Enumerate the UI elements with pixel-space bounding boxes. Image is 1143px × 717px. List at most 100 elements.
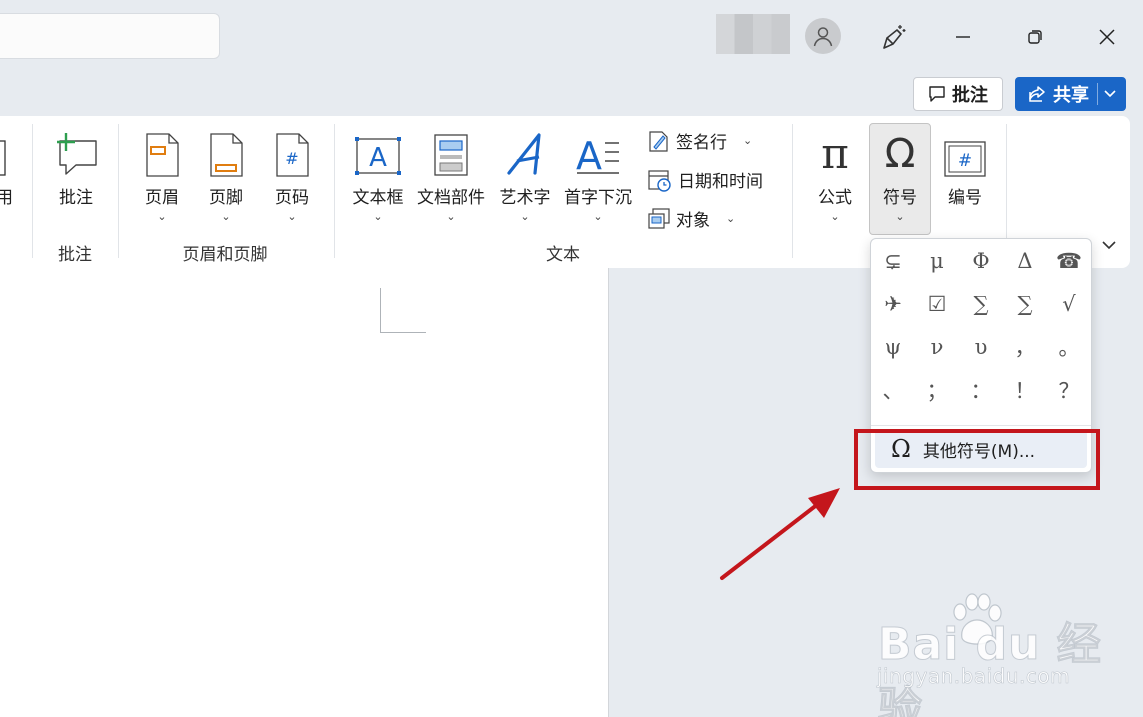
ribbon-expand-button[interactable] [1098,234,1120,256]
symbol-cell[interactable]: μ [915,239,959,282]
drop-cap-label: 首字下沉 [564,188,632,208]
text-box-button[interactable]: A 文本框 ⌄ [348,125,408,223]
drop-cap-button[interactable]: A 首字下沉 ⌄ [560,125,636,223]
symbol-cell[interactable]: ✈ [871,282,915,325]
header-label: 页眉 [145,188,179,208]
group-label-comments: 批注 [58,245,92,265]
group-separator [792,124,793,258]
symbol-cell[interactable]: ∑ [1003,282,1047,325]
chevron-down-icon: ⌄ [373,210,383,223]
object-icon [648,207,670,229]
group-separator [118,124,119,258]
calendar-clock-icon [648,169,671,192]
share-main[interactable]: 共享 [1015,77,1089,111]
symbol-cell[interactable]: ⊊ [871,239,915,282]
svg-text:#: # [285,149,298,168]
menu-divider [871,425,1091,426]
chevron-down-icon: ⌄ [287,210,297,223]
margin-corner-mark [380,288,426,333]
symbol-cell[interactable]: Δ [1003,239,1047,282]
symbol-cell[interactable]: ν [915,325,959,368]
share-icon [1029,86,1045,102]
date-time-button[interactable]: 日期和时间 [648,167,763,192]
chevron-down-icon: ⌄ [743,134,753,147]
watermark-url-text: jingyan.baidu.com [877,664,1071,689]
symbol-cell[interactable]: Φ [959,239,1003,282]
minimize-button[interactable] [946,20,980,54]
new-comment-label: 批注 [59,188,93,208]
wordart-label: 艺术字 [499,188,551,208]
annotation-highlight-box [854,429,1100,490]
chevron-down-icon: ⌄ [726,212,736,225]
numbering-label: 编号 [948,188,982,208]
chevron-down-icon: ⌄ [221,210,231,223]
symbol-cell[interactable]: ！ [1003,368,1047,411]
comment-icon [929,86,945,102]
search-box[interactable] [0,13,220,59]
document-page[interactable] [0,268,609,717]
text-box-icon: A [355,137,401,175]
object-button[interactable]: 对象 ⌄ [648,206,735,231]
symbol-cell[interactable]: υ [959,325,1003,368]
wordart-button[interactable]: 艺术字 ⌄ [496,125,554,223]
new-comment-icon [57,133,97,175]
chevron-down-icon [1104,90,1116,98]
symbol-cell[interactable]: ψ [871,325,915,368]
symbol-cell[interactable]: ☎ [1047,239,1091,282]
pi-icon: π [821,129,849,178]
signature-line-button[interactable]: 签名行 ⌄ [648,128,752,153]
equation-button[interactable]: π 公式 ⌄ [808,125,862,224]
share-dropdown[interactable] [1098,90,1122,98]
numbering-button[interactable]: # 编号 [938,125,992,208]
comments-button[interactable]: 批注 [913,77,1003,111]
symbol-cell[interactable]: ， [1003,325,1047,368]
share-label: 共享 [1053,85,1089,106]
text-box-label: 文本框 [352,188,404,208]
new-comment-button[interactable]: 批注 [48,125,104,208]
designer-button[interactable] [876,20,910,54]
symbol-cell[interactable]: 。 [1047,325,1091,368]
partial-command[interactable]: 用 [0,125,13,208]
avatar[interactable] [805,18,841,54]
symbol-cell[interactable]: ？ [1047,368,1091,411]
date-time-label: 日期和时间 [678,172,763,192]
symbol-grid: ⊊ μ Φ Δ ☎ ✈ ☑ ∑ ∑ √ ψ ν υ，。、；：！？ [871,239,1093,411]
footer-icon [210,133,243,177]
footer-button[interactable]: 页脚 ⌄ [200,125,252,223]
symbol-cell[interactable]: 、 [871,368,915,411]
object-label: 对象 [676,211,710,231]
signature-line-icon [649,130,668,152]
symbol-cell[interactable]: ☑ [915,282,959,325]
symbol-cell[interactable]: √ [1047,282,1091,325]
svg-text:#: # [958,151,972,171]
chevron-down-icon: ⌄ [446,210,456,223]
chevron-down-icon: ⌄ [520,210,530,223]
restore-button[interactable] [1018,20,1052,54]
person-icon [813,27,833,47]
quick-parts-button[interactable]: 文档部件 ⌄ [414,125,488,223]
symbol-cell[interactable]: ∑ [959,282,1003,325]
signature-line-label: 签名行 [676,133,727,153]
partial-icon [0,140,6,176]
page-number-icon: # [276,133,309,177]
header-icon [146,133,179,177]
page-number-button[interactable]: # 页码 ⌄ [266,125,318,223]
header-button[interactable]: 页眉 ⌄ [136,125,188,223]
symbol-cell[interactable]: ； [915,368,959,411]
chevron-down-icon: ⌄ [895,210,905,223]
chevron-down-icon: ⌄ [593,210,603,223]
symbol-button[interactable]: Ω 符号 ⌄ [870,125,930,223]
share-button[interactable]: 共享 [1015,77,1126,111]
comments-label: 批注 [952,85,988,106]
quick-parts-label: 文档部件 [417,188,485,208]
numbering-icon: # [944,141,986,177]
symbol-cell[interactable]: ： [959,368,1003,411]
wordart-icon [507,133,541,175]
close-button[interactable] [1090,20,1124,54]
account-name-blurred [716,14,790,54]
chevron-down-icon: ⌄ [157,210,167,223]
chevron-down-icon [1102,240,1116,249]
symbol-label: 符号 [883,188,917,208]
minimize-icon [956,36,970,38]
chevron-down-icon: ⌄ [830,210,840,223]
